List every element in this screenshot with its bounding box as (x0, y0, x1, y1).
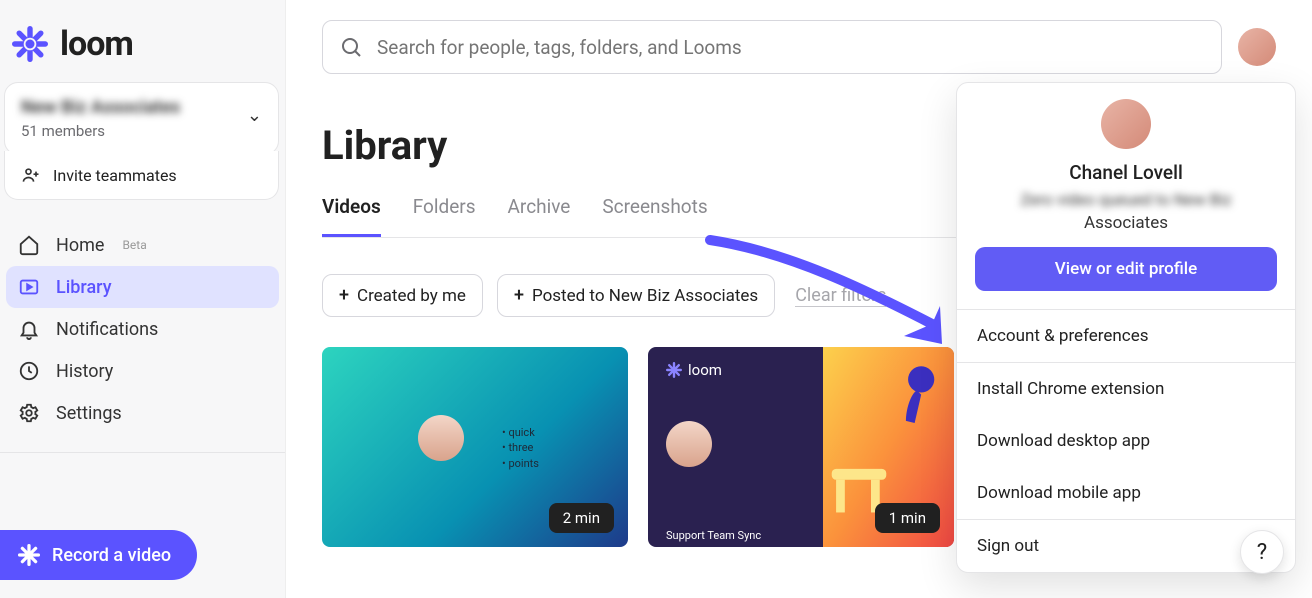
people-plus-icon (21, 165, 41, 185)
beta-badge: Beta (122, 238, 146, 252)
card-brand: loom (666, 361, 823, 379)
bell-icon (18, 318, 40, 340)
presenter-avatar (666, 421, 712, 467)
loom-mark-tiny-icon (666, 362, 682, 378)
video-card[interactable]: loom Support Team Sync 1 min (648, 347, 954, 547)
chip-label: Posted to New Biz Associates (532, 286, 758, 306)
primary-nav: Home Beta Library Notifications History … (0, 216, 285, 434)
card-caption: Support Team Sync (666, 529, 823, 542)
record-label: Record a video (52, 545, 171, 566)
profile-dropdown: Chanel Lovell Zero video queued to New B… (956, 82, 1296, 573)
invite-label: Invite teammates (53, 166, 177, 185)
clear-filters[interactable]: Clear filters (795, 285, 886, 307)
brand-name: loom (60, 24, 133, 64)
nav-settings-label: Settings (56, 403, 122, 424)
profile-name: Chanel Lovell (975, 161, 1277, 184)
tab-screenshots[interactable]: Screenshots (602, 195, 707, 237)
presenter-avatar (418, 415, 464, 461)
brand-logo[interactable]: loom (0, 0, 285, 82)
nav-settings[interactable]: Settings (6, 392, 279, 434)
profile-line2: Zero video queued to New Biz (975, 190, 1277, 209)
gear-icon (18, 402, 40, 424)
nav-home-label: Home (56, 235, 104, 256)
slide-bullets: • quick • three • points (502, 425, 539, 471)
dropdown-avatar (1101, 99, 1151, 149)
plus-icon: + (514, 285, 524, 306)
menu-download-mobile-app[interactable]: Download mobile app (957, 467, 1295, 519)
home-icon (18, 234, 40, 256)
menu-install-chrome-extension[interactable]: Install Chrome extension (957, 363, 1295, 415)
profile-line3: Associates (975, 213, 1277, 233)
nav-notifications[interactable]: Notifications (6, 308, 279, 350)
nav-history-label: History (56, 361, 113, 382)
tab-archive[interactable]: Archive (508, 195, 571, 237)
duration-badge: 1 min (875, 503, 940, 533)
clock-icon (18, 360, 40, 382)
invite-teammates[interactable]: Invite teammates (4, 151, 279, 200)
chip-label: Created by me (357, 286, 466, 306)
search-input[interactable] (377, 36, 1205, 59)
menu-download-desktop-app[interactable]: Download desktop app (957, 415, 1295, 467)
sidebar: loom New Biz Associates 51 members ⌄ Inv… (0, 0, 286, 598)
record-video-button[interactable]: Record a video (0, 530, 197, 580)
nav-home[interactable]: Home Beta (6, 224, 279, 266)
nav-history[interactable]: History (6, 350, 279, 392)
nav-library[interactable]: Library (6, 266, 279, 308)
duration-badge: 2 min (549, 503, 614, 533)
filter-chip-posted-to[interactable]: + Posted to New Biz Associates (497, 274, 775, 317)
nav-notifications-label: Notifications (56, 319, 158, 340)
library-icon (18, 276, 40, 298)
workspace-name: New Biz Associates (21, 97, 180, 118)
search-icon (339, 35, 363, 59)
workspace-members: 51 members (21, 122, 180, 140)
loom-mark-icon (12, 26, 48, 62)
tab-folders[interactable]: Folders (413, 195, 476, 237)
workspace-switcher[interactable]: New Biz Associates 51 members ⌄ (4, 82, 279, 155)
filter-chip-created-by-me[interactable]: + Created by me (322, 274, 483, 317)
plus-icon: + (339, 285, 349, 306)
nav-library-label: Library (56, 277, 112, 298)
help-button[interactable]: ? (1240, 530, 1284, 574)
chevron-down-icon: ⌄ (247, 105, 262, 126)
tab-videos[interactable]: Videos (322, 195, 381, 237)
loom-mark-small-icon (18, 544, 40, 566)
search-box[interactable] (322, 20, 1222, 74)
avatar[interactable] (1238, 28, 1276, 66)
sidebar-divider (0, 452, 285, 453)
video-card[interactable]: • quick • three • points 2 min (322, 347, 628, 547)
view-edit-profile-button[interactable]: View or edit profile (975, 247, 1277, 291)
help-icon: ? (1257, 540, 1267, 565)
menu-account-preferences[interactable]: Account & preferences (957, 310, 1295, 362)
